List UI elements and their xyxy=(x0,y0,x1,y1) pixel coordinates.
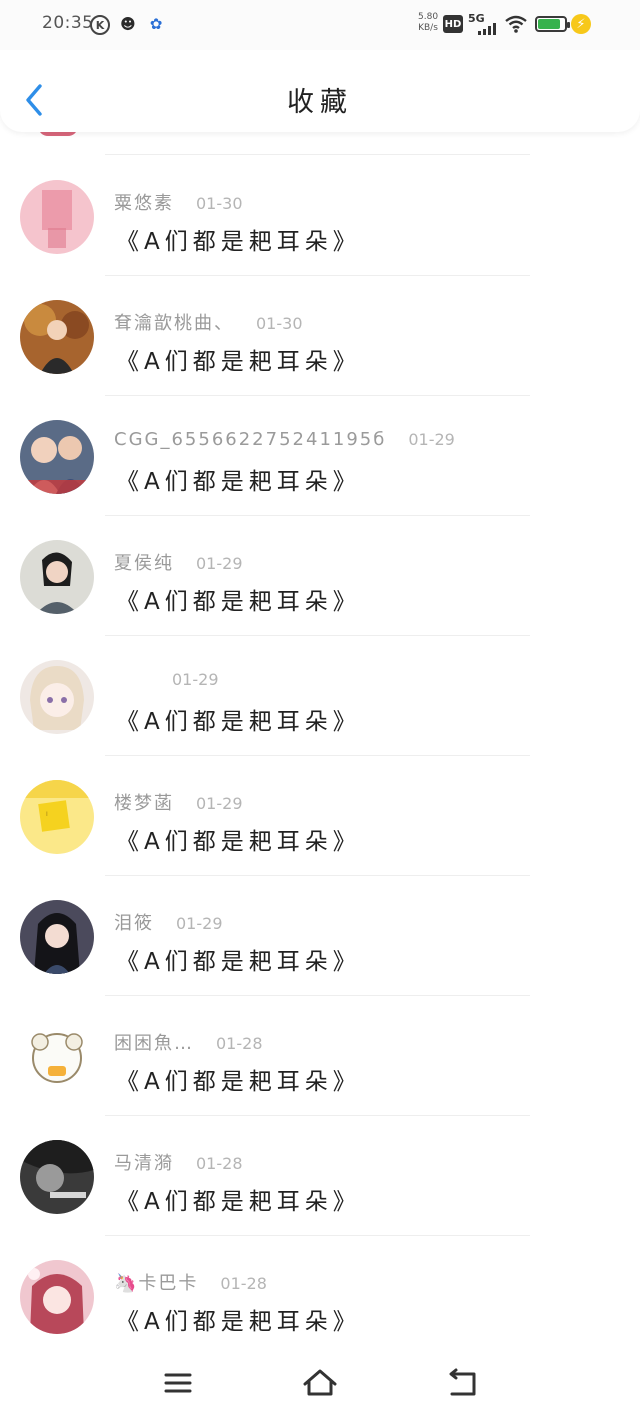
list-item[interactable]: 马清漪 01-28 《A们都是耙耳朵》 xyxy=(0,1116,640,1236)
network-speed-unit: KB/s xyxy=(418,23,438,33)
network-speed-value: 5.80 xyxy=(418,12,439,22)
avatar xyxy=(20,300,94,374)
list-item[interactable]: 困困魚… 01-28 《A们都是耙耳朵》 xyxy=(0,996,640,1116)
list-item[interactable]: 🦄卡巴卡 01-28 《A们都是耙耳朵》 xyxy=(0,1236,640,1356)
favorite-title: 《A们都是耙耳朵》 xyxy=(116,229,361,255)
user-name: 耷瀹歆桃曲、 xyxy=(114,313,234,334)
user-name: 粟悠素 xyxy=(114,193,174,214)
list-item[interactable]: 粟悠素 01-30 《A们都是耙耳朵》 xyxy=(0,156,640,276)
user-meta: 马清漪 01-28 xyxy=(114,1149,243,1175)
svg-text:I: I xyxy=(46,811,48,818)
avatar: I xyxy=(20,780,94,854)
paw-app-icon: ✿ xyxy=(149,15,163,33)
divider xyxy=(105,154,530,155)
user-name: 泪筱 xyxy=(114,913,154,934)
charging-icon: ⚡ xyxy=(571,14,591,34)
user-name: CGG_655662275241195б xyxy=(114,429,387,450)
post-date: 01-28 xyxy=(196,1154,243,1173)
avatar xyxy=(20,540,94,614)
user-meta: 夏侯纯 01-29 xyxy=(114,549,243,575)
favorite-title: 《A们都是耙耳朵》 xyxy=(116,1069,361,1095)
list-item[interactable]: 夏侯纯 01-29 《A们都是耙耳朵》 xyxy=(0,516,640,636)
smiley-app-icon: ☻ xyxy=(120,15,136,33)
user-meta: 困困魚… 01-28 xyxy=(114,1029,263,1055)
avatar xyxy=(20,420,94,494)
k-app-icon: K xyxy=(90,15,110,35)
user-name: 夏侯纯 xyxy=(114,553,174,574)
list-item[interactable]: 泪筱 01-29 《A们都是耙耳朵》 xyxy=(0,876,640,996)
status-bar: 20:35 K ☻ ✿ 5.80 KB/s HD 5G ⚡ xyxy=(0,0,640,50)
user-meta: 🦄卡巴卡 01-28 xyxy=(114,1269,267,1295)
user-name: 楼梦菡 xyxy=(114,793,174,814)
network-speed: 5.80 KB/s xyxy=(418,12,438,34)
avatar xyxy=(20,1020,94,1094)
status-time: 20:35 xyxy=(42,13,94,33)
user-meta: 01-29 xyxy=(114,669,219,690)
battery-icon xyxy=(535,16,570,32)
favorite-title: 《A们都是耙耳朵》 xyxy=(116,469,361,495)
list-item[interactable]: 01-29 《A们都是耙耳朵》 xyxy=(0,636,640,756)
favorite-title: 《A们都是耙耳朵》 xyxy=(116,949,361,975)
avatar xyxy=(20,1140,94,1214)
list-item[interactable]: I 楼梦菡 01-29 《A们都是耙耳朵》 xyxy=(0,756,640,876)
post-date: 01-29 xyxy=(172,670,219,689)
list-item[interactable]: 耷瀹歆桃曲、 01-30 《A们都是耙耳朵》 xyxy=(0,276,640,396)
favorite-title: 《A们都是耙耳朵》 xyxy=(116,1309,361,1335)
favorite-title: 《A们都是耙耳朵》 xyxy=(116,349,361,375)
wifi-icon xyxy=(505,15,527,33)
system-nav-bar xyxy=(0,1346,640,1422)
post-date: 01-29 xyxy=(196,794,243,813)
post-date: 01-28 xyxy=(220,1274,267,1293)
hd-badge: HD xyxy=(443,15,463,33)
page-title: 收藏 xyxy=(287,87,353,118)
avatar xyxy=(20,1260,94,1334)
user-meta: 泪筱 01-29 xyxy=(114,909,223,935)
avatar xyxy=(20,660,94,734)
post-date: 01-30 xyxy=(196,194,243,213)
menu-icon[interactable] xyxy=(158,1366,198,1400)
favorite-title: 《A们都是耙耳朵》 xyxy=(116,829,361,855)
user-name: 🦄卡巴卡 xyxy=(114,1273,199,1294)
favorite-title: 《A们都是耙耳朵》 xyxy=(116,589,361,615)
favorite-title: 《A们都是耙耳朵》 xyxy=(116,709,361,735)
favorite-title: 《A们都是耙耳朵》 xyxy=(116,1189,361,1215)
list-item[interactable]: CGG_655662275241195б 01-29 《A们都是耙耳朵》 xyxy=(0,396,640,516)
post-date: 01-28 xyxy=(216,1034,263,1053)
user-meta: 粟悠素 01-30 xyxy=(114,189,243,215)
avatar xyxy=(20,900,94,974)
user-name: 困困魚… xyxy=(114,1033,194,1054)
user-name: 马清漪 xyxy=(114,1153,174,1174)
post-date: 01-29 xyxy=(408,430,455,449)
avatar xyxy=(20,180,94,254)
post-date: 01-29 xyxy=(196,554,243,573)
signal-bars-icon xyxy=(478,23,498,35)
user-meta: 耷瀹歆桃曲、 01-30 xyxy=(114,309,303,335)
user-meta: 楼梦菡 01-29 xyxy=(114,789,243,815)
post-date: 01-29 xyxy=(176,914,223,933)
post-date: 01-30 xyxy=(256,314,303,333)
app-header: 收藏 xyxy=(0,50,640,132)
back-icon[interactable] xyxy=(442,1366,482,1400)
home-icon[interactable] xyxy=(300,1366,340,1400)
user-meta: CGG_655662275241195б 01-29 xyxy=(114,429,455,450)
